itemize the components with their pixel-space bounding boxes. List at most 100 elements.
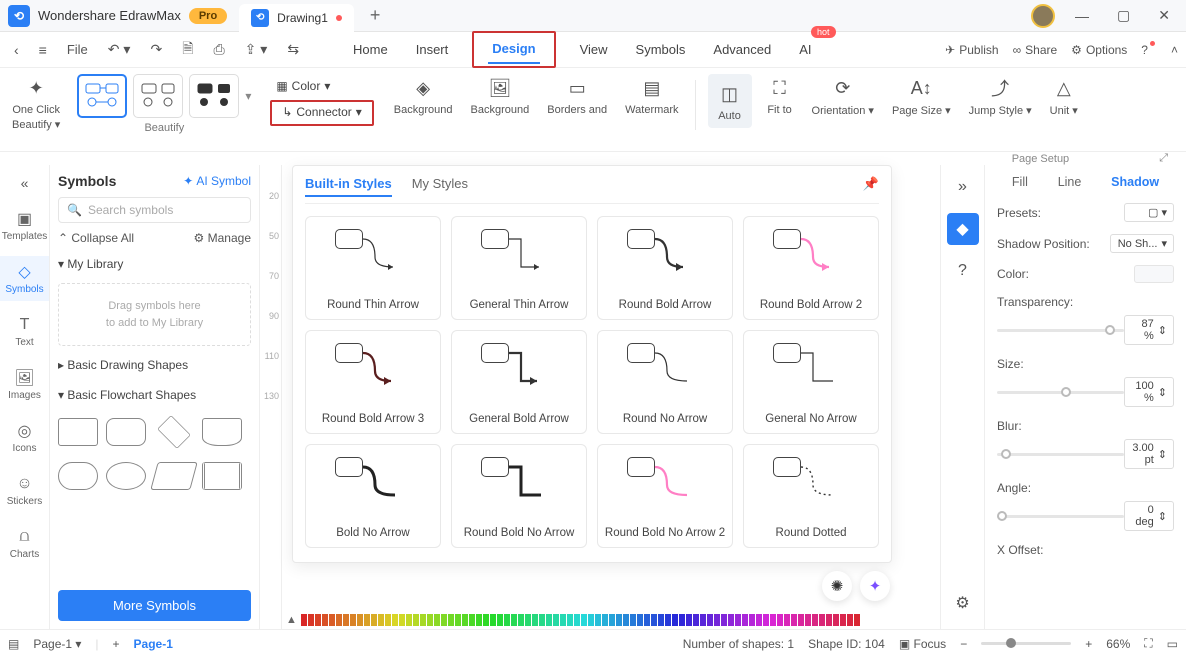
tab-ai[interactable]: AI hot <box>795 36 815 63</box>
ai-fab[interactable]: ✦ <box>860 571 890 601</box>
layout-more-button[interactable]: ▾ <box>245 89 251 103</box>
rail-icons[interactable]: ◎Icons <box>0 415 49 460</box>
shape-terminator[interactable] <box>58 462 98 490</box>
color-swatches[interactable] <box>301 614 936 626</box>
rail-charts[interactable]: ⩍Charts <box>0 521 49 566</box>
window-maximize-button[interactable]: ▢ <box>1109 3 1138 28</box>
right-rail-style[interactable]: ◆ <box>947 213 979 245</box>
presentation-button[interactable]: ▭ <box>1167 637 1178 651</box>
basic-drawing-section[interactable]: ▸ Basic Drawing Shapes <box>58 354 251 376</box>
rail-text[interactable]: TText <box>0 309 49 354</box>
pin-icon[interactable]: 📌 <box>863 176 879 192</box>
redo-button[interactable]: ↷ <box>144 37 168 62</box>
rp-tab-fill[interactable]: Fill <box>1008 173 1032 191</box>
rp-tab-line[interactable]: Line <box>1054 173 1086 191</box>
more-symbols-button[interactable]: More Symbols <box>58 590 251 621</box>
tab-design[interactable]: Design <box>488 35 539 62</box>
search-symbols-input[interactable]: 🔍 Search symbols <box>58 197 251 223</box>
style-bold-no-arrow[interactable]: Bold No Arrow <box>305 444 441 548</box>
layout-style-2[interactable] <box>133 74 183 118</box>
window-close-button[interactable]: ✕ <box>1150 3 1178 28</box>
my-library-section[interactable]: ▾ My Library <box>58 253 251 275</box>
document-tab[interactable]: ⟲ Drawing1 <box>239 4 354 32</box>
rail-collapse-button[interactable]: « <box>17 171 33 195</box>
rail-symbols[interactable]: ◇Symbols <box>0 256 49 301</box>
zoom-in-button[interactable]: + <box>1085 637 1092 651</box>
window-minimize-button[interactable]: — <box>1067 4 1097 28</box>
zoom-slider[interactable] <box>981 642 1071 645</box>
basic-flowchart-section[interactable]: ▾ Basic Flowchart Shapes <box>58 384 251 406</box>
help-button[interactable]: ? <box>1141 43 1157 57</box>
transparency-value[interactable]: 87 % ⇕ <box>1124 315 1174 345</box>
ai-symbol-button[interactable]: ✦ AI Symbol <box>183 174 251 188</box>
color-button[interactable]: ▦ Color ▾ <box>270 76 373 96</box>
background2-button[interactable]: 🖼Background <box>467 74 534 116</box>
color-strip-toggle-icon[interactable]: ▲ <box>286 614 297 626</box>
my-styles-tab[interactable]: My Styles <box>412 176 468 197</box>
blur-slider[interactable] <box>997 447 1124 461</box>
focus-button[interactable]: ▣ Focus <box>899 637 946 651</box>
style-round-bold-arrow-2[interactable]: Round Bold Arrow 2 <box>743 216 879 320</box>
options-button[interactable]: ⚙ Options <box>1071 43 1127 57</box>
shadow-position-dropdown[interactable]: No Sh... ▾ <box>1110 234 1174 253</box>
shape-ellipse[interactable] <box>106 462 146 490</box>
size-value[interactable]: 100 % ⇕ <box>1124 377 1174 407</box>
hamburger-icon[interactable]: ≡ <box>33 38 53 62</box>
page-size-button[interactable]: A↕Page Size ▾ <box>888 74 955 117</box>
blur-value[interactable]: 3.00 pt ⇕ <box>1124 439 1174 469</box>
page-tab[interactable]: Page-1 <box>134 637 173 651</box>
tab-view[interactable]: View <box>576 36 612 63</box>
shape-rect[interactable] <box>58 418 98 446</box>
zoom-value[interactable]: 66% <box>1106 637 1130 651</box>
orientation-button[interactable]: ⟳Orientation ▾ <box>808 74 878 117</box>
rail-templates[interactable]: ▣Templates <box>0 203 49 248</box>
shape-diamond[interactable] <box>157 415 191 449</box>
right-rail-expand[interactable]: » <box>947 171 979 203</box>
one-click-beautify-button[interactable]: ✦ One Click Beautify ▾ <box>8 74 64 131</box>
file-menu[interactable]: File <box>61 38 94 61</box>
print-button[interactable]: ⎙ <box>207 37 230 62</box>
zoom-out-button[interactable]: − <box>960 637 967 651</box>
manage-button[interactable]: ⚙ Manage <box>194 231 251 245</box>
tab-home[interactable]: Home <box>349 36 392 63</box>
tab-advanced[interactable]: Advanced <box>709 36 775 63</box>
publish-button[interactable]: ✈ Publish <box>945 43 998 57</box>
borders-button[interactable]: ▭Borders and <box>543 74 611 116</box>
back-button[interactable]: ‹ <box>8 38 25 62</box>
undo-button[interactable]: ↶ ▾ <box>102 37 137 62</box>
auto-button[interactable]: ◫Auto <box>708 74 752 128</box>
right-rail-settings[interactable]: ⚙ <box>947 587 979 619</box>
style-general-thin-arrow[interactable]: General Thin Arrow <box>451 216 587 320</box>
tab-symbols[interactable]: Symbols <box>632 36 690 63</box>
style-round-bold-no-arrow[interactable]: Round Bold No Arrow <box>451 444 587 548</box>
export-button[interactable]: ⇪ ▾ <box>239 37 274 62</box>
tab-insert[interactable]: Insert <box>412 36 453 63</box>
style-round-bold-arrow[interactable]: Round Bold Arrow <box>597 216 733 320</box>
rail-images[interactable]: 🖼Images <box>0 362 49 407</box>
new-tab-button[interactable]: + <box>362 5 389 26</box>
jump-style-button[interactable]: ⤴Jump Style ▾ <box>965 74 1036 117</box>
layout-style-3[interactable] <box>189 74 239 118</box>
style-general-bold-arrow[interactable]: General Bold Arrow <box>451 330 587 434</box>
shape-document[interactable] <box>202 418 242 446</box>
style-general-no-arrow[interactable]: General No Arrow <box>743 330 879 434</box>
save-button[interactable]: 🗎 <box>176 34 199 66</box>
angle-value[interactable]: 0 deg ⇕ <box>1124 501 1174 531</box>
shape-predefined[interactable] <box>202 462 242 490</box>
canvas[interactable]: 20 50 70 90 110 130 Built-in Styles My S… <box>260 165 940 629</box>
transparency-slider[interactable] <box>997 323 1124 337</box>
share-button[interactable]: ∞ Share <box>1013 43 1058 57</box>
page-setup-launcher-icon[interactable]: ⤢ <box>1159 152 1168 165</box>
connector-button[interactable]: ↳ Connector ▾ <box>276 102 367 122</box>
builtin-styles-tab[interactable]: Built-in Styles <box>305 176 392 197</box>
presets-dropdown[interactable]: ▢ ▾ <box>1124 203 1174 222</box>
center-fab[interactable]: ✺ <box>822 571 852 601</box>
shape-rounded-rect[interactable] <box>106 418 146 446</box>
unit-button[interactable]: △Unit ▾ <box>1046 74 1082 117</box>
statusbar-view-icon[interactable]: ▤ <box>8 637 19 651</box>
style-round-thin-arrow[interactable]: Round Thin Arrow <box>305 216 441 320</box>
shape-data[interactable] <box>150 462 198 490</box>
library-drop-zone[interactable]: Drag symbols here to add to My Library <box>58 283 251 346</box>
size-slider[interactable] <box>997 385 1124 399</box>
background1-button[interactable]: ◈Background <box>390 74 457 116</box>
